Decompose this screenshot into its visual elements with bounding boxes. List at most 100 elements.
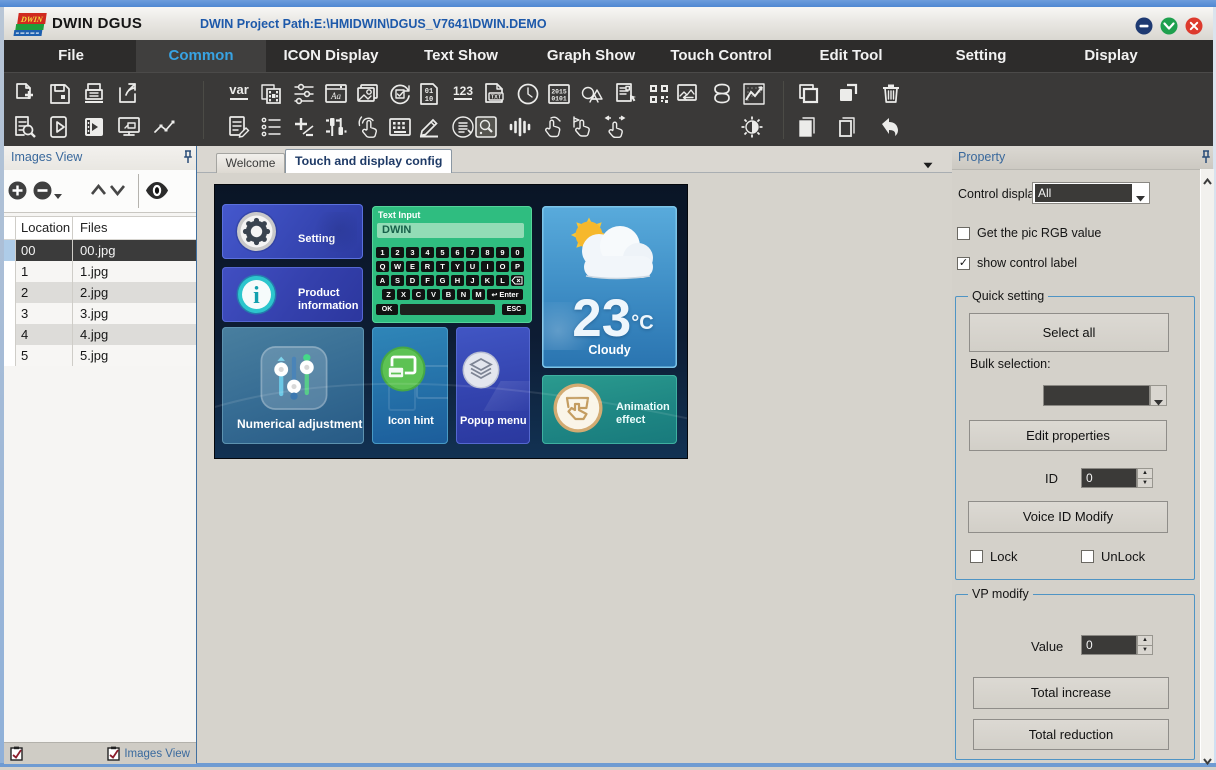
value-spinner-buttons[interactable]: ▲▼	[1137, 635, 1153, 655]
preview-eye-button[interactable]	[145, 180, 169, 201]
select-all-button[interactable]: Select all	[969, 313, 1169, 352]
key-F[interactable]: F	[421, 275, 434, 286]
doc-edit-icon[interactable]	[226, 114, 252, 140]
scroll-up-icon[interactable]	[1203, 172, 1212, 179]
spin-up-icon[interactable]: ▲	[1138, 636, 1152, 646]
txt-file-icon[interactable]: TXT	[481, 81, 507, 107]
photos-icon[interactable]	[354, 81, 380, 107]
brightness-icon[interactable]	[739, 114, 765, 140]
key-S[interactable]: S	[391, 275, 404, 286]
menu-item-file[interactable]: File	[6, 40, 136, 72]
video-icon[interactable]	[81, 114, 107, 140]
clock-icon[interactable]	[515, 81, 541, 107]
paste-move-icon[interactable]	[835, 81, 861, 107]
hmi-tile-icon-hint[interactable]: Icon hint	[372, 327, 448, 444]
refresh-check-icon[interactable]	[387, 81, 413, 107]
hand-flag-icon[interactable]	[568, 114, 594, 140]
key-I[interactable]: I	[481, 261, 494, 272]
minimize-button[interactable]	[1135, 17, 1153, 35]
pin-icon[interactable]	[1200, 149, 1212, 165]
key-M[interactable]: M	[472, 289, 485, 300]
plus-minus-icon[interactable]	[291, 114, 317, 140]
hmi-tile-weather[interactable]: 23°CCloudy	[542, 206, 677, 368]
image-swap-icon[interactable]	[674, 81, 700, 107]
image-row-5[interactable]: 55.jpg	[4, 345, 196, 366]
play-file-icon[interactable]	[47, 114, 73, 140]
key-0[interactable]: 0	[511, 247, 524, 258]
value-input[interactable]: 0	[1081, 635, 1137, 655]
key-U[interactable]: U	[466, 261, 479, 272]
key-L[interactable]: L	[496, 275, 509, 286]
key-ok[interactable]: OK	[376, 304, 398, 315]
key-V[interactable]: V	[427, 289, 440, 300]
keyboard-input-field[interactable]: DWIN	[377, 223, 524, 238]
property-scrollbar[interactable]	[1200, 169, 1214, 763]
key-3[interactable]: 3	[406, 247, 419, 258]
hmi-tile-popup-menu[interactable]: Popup menu	[456, 327, 530, 444]
key-C[interactable]: C	[412, 289, 425, 300]
key-J[interactable]: J	[466, 275, 479, 286]
key-space[interactable]	[400, 304, 495, 315]
var-icon[interactable]: var	[226, 81, 252, 107]
spin-down-icon[interactable]: ▼	[1138, 479, 1152, 488]
pencil-icon[interactable]	[416, 114, 442, 140]
scroll-down-icon[interactable]	[1203, 752, 1212, 759]
key-5[interactable]: 5	[436, 247, 449, 258]
hmi-tile-animation-effect[interactable]: Animation effect	[542, 375, 677, 444]
trend-chart-icon[interactable]	[741, 81, 767, 107]
remove-dropdown-caret-icon[interactable]	[54, 187, 62, 193]
image-row-2[interactable]: 22.jpg	[4, 282, 196, 303]
copy-icon[interactable]	[796, 81, 822, 107]
key-D[interactable]: D	[406, 275, 419, 286]
tab-list-caret-icon[interactable]	[922, 157, 934, 166]
num123-icon[interactable]: 123	[450, 81, 476, 107]
pages-copy-icon[interactable]	[796, 114, 822, 140]
pin-icon[interactable]	[182, 149, 194, 165]
total-reduction-button[interactable]: Total reduction	[973, 719, 1169, 750]
move-down-button[interactable]	[109, 183, 126, 195]
bullet-list-icon[interactable]	[258, 114, 284, 140]
control-display-caret-icon[interactable]	[1136, 189, 1145, 195]
menu-item-icon-display[interactable]: ICON Display	[266, 40, 396, 72]
key-Y[interactable]: Y	[451, 261, 464, 272]
menu-item-edit-tool[interactable]: Edit Tool	[786, 40, 916, 72]
calendar-icon[interactable]: 20150101	[546, 81, 572, 107]
binary-file-icon[interactable]: 0110	[416, 81, 442, 107]
menu-item-display[interactable]: Display	[1046, 40, 1176, 72]
maximize-button[interactable]	[1160, 17, 1178, 35]
close-button[interactable]	[1185, 17, 1203, 35]
menu-item-text-show[interactable]: Text Show	[396, 40, 526, 72]
hmi-tile-numerical-adjustment[interactable]: Numerical adjustment	[222, 327, 364, 444]
image-row-4[interactable]: 44.jpg	[4, 324, 196, 345]
find-doc-icon[interactable]	[12, 114, 38, 140]
key-T[interactable]: T	[436, 261, 449, 272]
key-E[interactable]: E	[406, 261, 419, 272]
move-up-button[interactable]	[90, 183, 107, 195]
hmi-tile-setting[interactable]: Setting	[222, 204, 363, 259]
key-O[interactable]: O	[496, 261, 509, 272]
hmi-tile-text-input[interactable]: Text InputDWIN1234567890QWERTYUIOPASDFGH…	[372, 206, 532, 323]
key-6[interactable]: 6	[451, 247, 464, 258]
hmi-tile-product-information[interactable]: iProduct information	[222, 267, 363, 322]
tab-welcome[interactable]: Welcome	[216, 153, 285, 173]
checkbox-show-control-label[interactable]: ✓	[957, 257, 970, 270]
menu-item-setting[interactable]: Setting	[916, 40, 1046, 72]
key-X[interactable]: X	[397, 289, 410, 300]
text-window-icon[interactable]: Aa	[323, 81, 349, 107]
spin-up-icon[interactable]: ▲	[1138, 469, 1152, 479]
add-image-button[interactable]	[8, 181, 27, 200]
menu-item-common[interactable]: Common	[136, 40, 266, 72]
hsliders-icon[interactable]	[291, 81, 317, 107]
key-8[interactable]: 8	[481, 247, 494, 258]
key-P[interactable]: P	[511, 261, 524, 272]
key-A[interactable]: A	[376, 275, 389, 286]
key-enter[interactable]: ↩ Enter	[487, 289, 523, 300]
key-R[interactable]: R	[421, 261, 434, 272]
key-9[interactable]: 9	[496, 247, 509, 258]
voice-id-modify-button[interactable]: Voice ID Modify	[968, 501, 1168, 533]
bottom-tab-images-view[interactable]: Images View	[101, 743, 196, 764]
image-row-00[interactable]: 0000.jpg	[4, 240, 196, 261]
id-spinner-buttons[interactable]: ▲▼	[1137, 468, 1153, 488]
spin-down-icon[interactable]: ▼	[1138, 646, 1152, 655]
key-7[interactable]: 7	[466, 247, 479, 258]
